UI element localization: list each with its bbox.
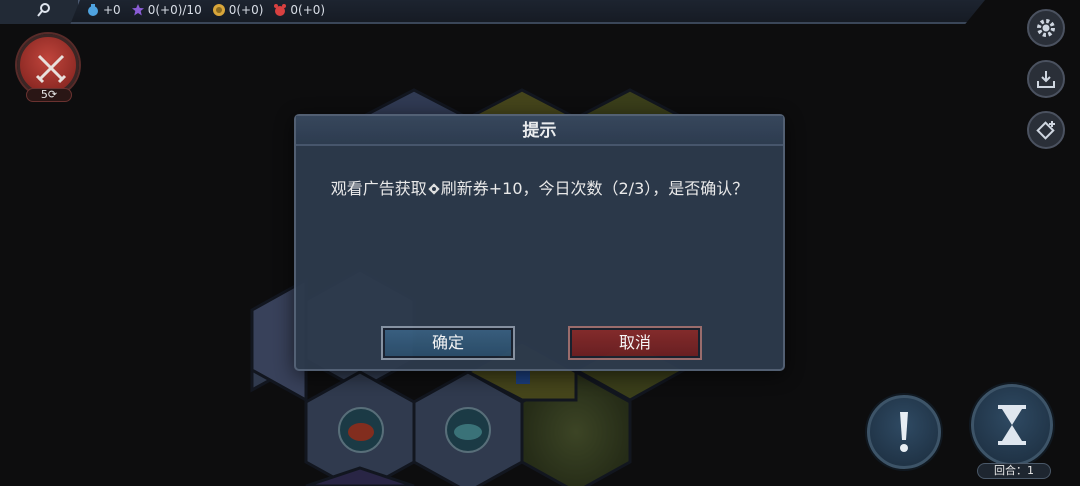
settings-button[interactable] xyxy=(1027,9,1065,47)
resource-potion-value: +0 xyxy=(103,3,121,17)
download-icon xyxy=(1037,71,1055,88)
resource-alarm: 0(+0) xyxy=(273,3,325,17)
resource-list: +0 0(+0)/10 0(+0) 0(+0) xyxy=(86,3,325,17)
resource-coin-value: 0(+0) xyxy=(228,3,264,17)
refresh-ticket-icon xyxy=(428,183,440,195)
resource-coin: 0(+0) xyxy=(212,3,264,17)
dialog-title: 提示 xyxy=(296,116,783,146)
potion-icon xyxy=(88,4,98,16)
round-counter: 回合：1 xyxy=(977,463,1051,479)
end-turn-button[interactable] xyxy=(971,384,1053,466)
resource-alarm-value: 0(+0) xyxy=(290,3,326,17)
confirm-dialog: 提示 观看广告获取 刷新券+10，今日次数（2/3），是否确认？ 确定 取消 xyxy=(294,114,785,371)
star-icon xyxy=(131,4,144,16)
dialog-message: 观看广告获取 刷新券+10，今日次数（2/3），是否确认？ xyxy=(316,176,763,201)
ticket-plus-icon xyxy=(1036,121,1055,140)
download-button[interactable] xyxy=(1027,60,1065,98)
battle-count-badge: 5⟳ xyxy=(26,88,72,102)
resource-star-value: 0(+0)/10 xyxy=(147,3,202,17)
hourglass-icon xyxy=(998,405,1026,445)
resource-star: 0(+0)/10 xyxy=(131,3,202,17)
crossed-swords-icon xyxy=(35,54,67,84)
coin-icon xyxy=(212,4,225,16)
search-button[interactable] xyxy=(0,0,80,24)
search-icon xyxy=(37,3,50,17)
dialog-message-part1: 观看广告获取 xyxy=(330,179,427,198)
confirm-button[interactable]: 确定 xyxy=(381,326,515,360)
alarm-icon xyxy=(274,4,287,16)
add-ticket-button[interactable] xyxy=(1027,111,1065,149)
cancel-button[interactable]: 取消 xyxy=(568,326,702,360)
battle-button[interactable] xyxy=(17,34,79,96)
resource-potion: +0 xyxy=(86,3,121,17)
dialog-message-part2: 刷新券+10，今日次数（2/3），是否确认？ xyxy=(440,179,749,198)
timer-icon: ⟳ xyxy=(47,88,58,101)
exclamation-icon xyxy=(900,412,908,452)
gear-icon xyxy=(1037,19,1055,37)
battle-count: 5 xyxy=(40,88,48,101)
alert-button[interactable] xyxy=(867,395,941,469)
